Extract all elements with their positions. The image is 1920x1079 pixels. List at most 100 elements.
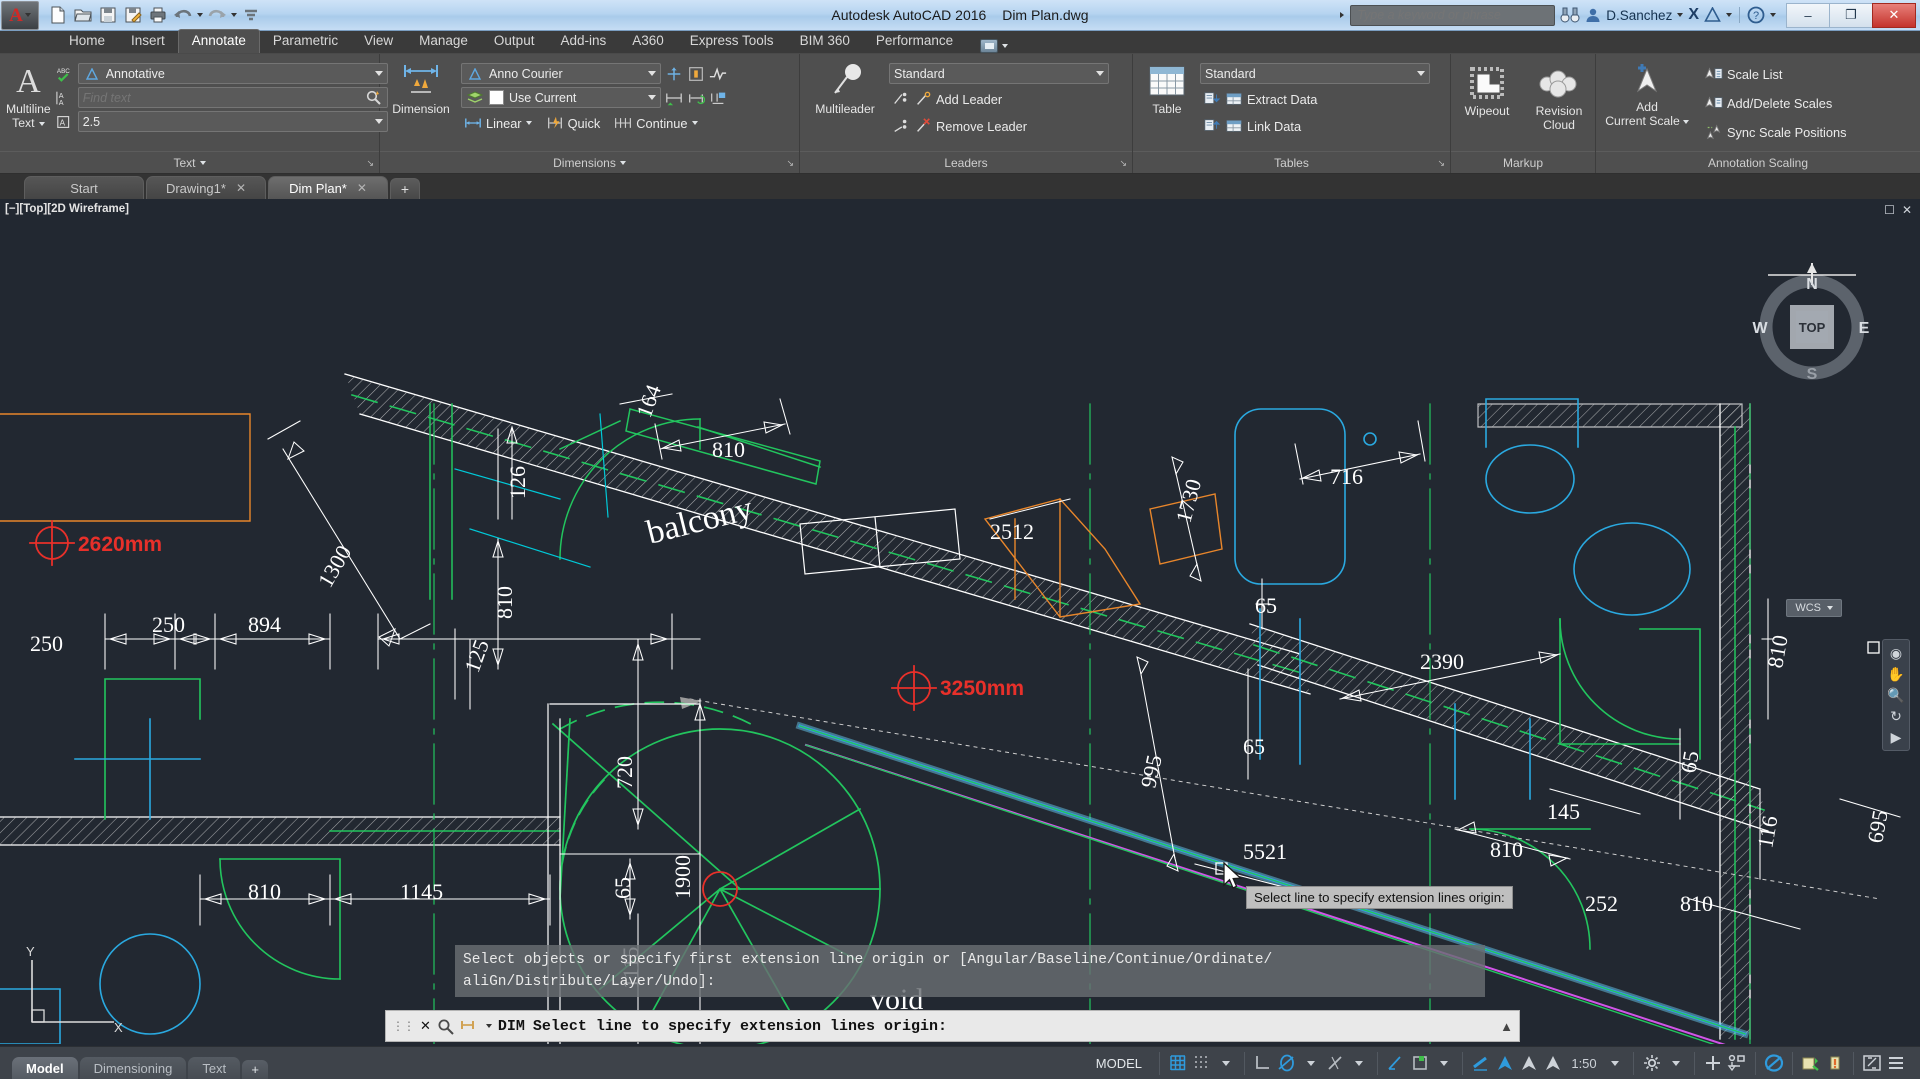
viewport-restore-icon[interactable]: ☐	[1884, 203, 1895, 217]
command-dropdown-icon[interactable]	[486, 1024, 492, 1028]
hardware-acceleration-icon[interactable]	[1726, 1052, 1748, 1075]
layout-tab-dimensioning[interactable]: Dimensioning	[80, 1057, 187, 1079]
workspace-switching-icon[interactable]	[1641, 1052, 1663, 1075]
chevron-down-icon[interactable]	[648, 71, 656, 76]
panel-dialog-launcher-icon[interactable]: ↘	[366, 158, 374, 169]
ucs-selector[interactable]: WCS	[1786, 599, 1842, 617]
a360-dropdown-icon[interactable]	[1726, 13, 1732, 17]
dim-space-icon[interactable]	[687, 65, 705, 83]
redo-dropdown-icon[interactable]	[231, 13, 237, 17]
ribbon-display-dropdown-icon[interactable]	[1002, 44, 1008, 48]
user-account-icon[interactable]	[1585, 7, 1601, 23]
infocenter-expand-icon[interactable]	[1340, 12, 1344, 18]
layout-tab-model[interactable]: Model	[12, 1057, 78, 1079]
text-height-icon[interactable]: A	[56, 113, 74, 131]
view-cube[interactable]: TOP N S W E	[1746, 257, 1878, 389]
search-input[interactable]	[1357, 8, 1548, 22]
layout-tab-text[interactable]: Text	[188, 1057, 240, 1079]
customization-icon[interactable]	[1885, 1052, 1907, 1075]
multiline-text-dropdown-icon[interactable]	[39, 122, 45, 126]
polar-tracking-icon[interactable]	[1276, 1052, 1298, 1075]
dimension-layer-combo[interactable]: Use Current	[461, 87, 661, 108]
new-icon[interactable]	[47, 5, 69, 26]
save-icon[interactable]	[97, 5, 119, 26]
dim-jog-line-icon[interactable]	[709, 65, 727, 83]
panel-dialog-launcher-icon[interactable]: ↘	[786, 158, 794, 169]
text-justify-icon[interactable]: AA	[56, 89, 74, 107]
isodraft-dropdown-icon[interactable]	[1348, 1052, 1370, 1075]
annotation-scale-value[interactable]: 1:50	[1566, 1052, 1602, 1075]
application-menu-button[interactable]: A	[1, 1, 39, 30]
steering-wheel-icon[interactable]: ◉	[1890, 646, 1902, 660]
dim-update-icon[interactable]	[687, 89, 705, 107]
find-text-field[interactable]	[78, 87, 388, 108]
continue-dropdown-icon[interactable]	[692, 121, 698, 125]
add-tool-icon[interactable]	[1702, 1052, 1724, 1075]
workspace-icon[interactable]	[980, 39, 998, 53]
chevron-down-icon[interactable]	[1827, 606, 1833, 610]
command-line-bar[interactable]: ⋮⋮ ✕ DIMSelect line to specify extension…	[385, 1010, 1520, 1042]
continue-dimension-button[interactable]: Continue	[611, 111, 700, 135]
multileader-style-combo[interactable]: Standard	[889, 63, 1109, 84]
spell-check-icon[interactable]: ABC	[56, 65, 74, 83]
panel-label-dimensions[interactable]: Dimensions ↘	[380, 151, 799, 173]
ribbon-tab-home[interactable]: Home	[56, 30, 118, 53]
dim-break-icon[interactable]	[665, 65, 683, 83]
help-icon[interactable]: ?	[1747, 6, 1765, 24]
multileader-button[interactable]: Multileader	[806, 60, 884, 116]
command-prompt-text[interactable]: DIMSelect line to specify extension line…	[498, 1018, 1494, 1035]
command-search-icon[interactable]	[437, 1018, 454, 1035]
autodesk-360-icon[interactable]	[1704, 7, 1721, 23]
clean-screen-icon[interactable]	[1861, 1052, 1883, 1075]
close-button[interactable]: ✕	[1872, 3, 1916, 28]
command-line-grip[interactable]: ⋮⋮	[392, 1019, 414, 1033]
chevron-down-icon[interactable]	[1417, 71, 1425, 76]
extract-data-button[interactable]: Extract Data	[1200, 87, 1430, 111]
chevron-down-icon[interactable]	[648, 95, 656, 100]
dimension-button[interactable]: Dimension	[386, 60, 456, 116]
ribbon-tab-manage[interactable]: Manage	[406, 30, 481, 53]
grid-display-icon[interactable]	[1167, 1052, 1189, 1075]
ribbon-tab-view[interactable]: View	[351, 30, 406, 53]
qat-customize-icon[interactable]	[240, 5, 262, 26]
isometric-drafting-icon[interactable]	[1324, 1052, 1346, 1075]
annotation-scale-dropdown-icon[interactable]	[1604, 1052, 1626, 1075]
panel-dialog-launcher-icon[interactable]: ↘	[1119, 158, 1127, 169]
ribbon-tab-insert[interactable]: Insert	[118, 30, 178, 53]
help-dropdown-icon[interactable]	[1770, 13, 1776, 17]
isolate-warning-icon[interactable]	[1824, 1052, 1846, 1075]
undo-icon[interactable]	[172, 5, 194, 26]
wipeout-button[interactable]: Wipeout	[1457, 62, 1517, 118]
ribbon-tab-performance[interactable]: Performance	[863, 30, 966, 53]
autoscale-icon[interactable]	[1518, 1052, 1540, 1075]
panel-dialog-launcher-icon[interactable]: ↘	[1437, 158, 1445, 169]
ribbon-tab-bim360[interactable]: BIM 360	[787, 30, 863, 53]
revision-cloud-button[interactable]: Revision Cloud	[1529, 62, 1589, 132]
workspace-dropdown-icon[interactable]	[1665, 1052, 1687, 1075]
osnap-dropdown-icon[interactable]	[1433, 1052, 1455, 1075]
ribbon-tab-a360[interactable]: A360	[619, 30, 677, 53]
annotation-scale-icon[interactable]	[1542, 1052, 1564, 1075]
viewport-close-icon[interactable]: ✕	[1902, 203, 1912, 217]
add-current-scale-button[interactable]: Add Current Scale	[1602, 58, 1692, 128]
panel-expand-icon[interactable]	[200, 161, 206, 165]
add-leader-button[interactable]: Add Leader	[889, 87, 1109, 111]
linear-dropdown-icon[interactable]	[526, 121, 532, 125]
minimize-button[interactable]: –	[1786, 3, 1830, 28]
panel-label-leaders[interactable]: Leaders ↘	[800, 151, 1132, 173]
find-text-input[interactable]	[83, 91, 360, 105]
open-icon[interactable]	[72, 5, 94, 26]
file-tab-drawing1[interactable]: Drawing1* ✕	[146, 176, 266, 199]
search-field[interactable]	[1350, 5, 1555, 26]
lineweight-icon[interactable]	[1470, 1052, 1492, 1075]
user-dropdown-icon[interactable]	[1677, 13, 1683, 17]
file-tab-dim-plan[interactable]: Dim Plan* ✕	[268, 176, 388, 199]
close-icon[interactable]: ✕	[236, 181, 246, 195]
annotation-visibility-icon[interactable]	[1494, 1052, 1516, 1075]
ribbon-tab-addins[interactable]: Add-ins	[547, 30, 619, 53]
remove-leader-button[interactable]: Remove Leader	[889, 114, 1109, 138]
restore-button[interactable]: ❐	[1829, 3, 1873, 28]
save-as-icon[interactable]	[122, 5, 144, 26]
snap-mode-icon[interactable]	[1191, 1052, 1213, 1075]
ortho-mode-icon[interactable]	[1252, 1052, 1274, 1075]
